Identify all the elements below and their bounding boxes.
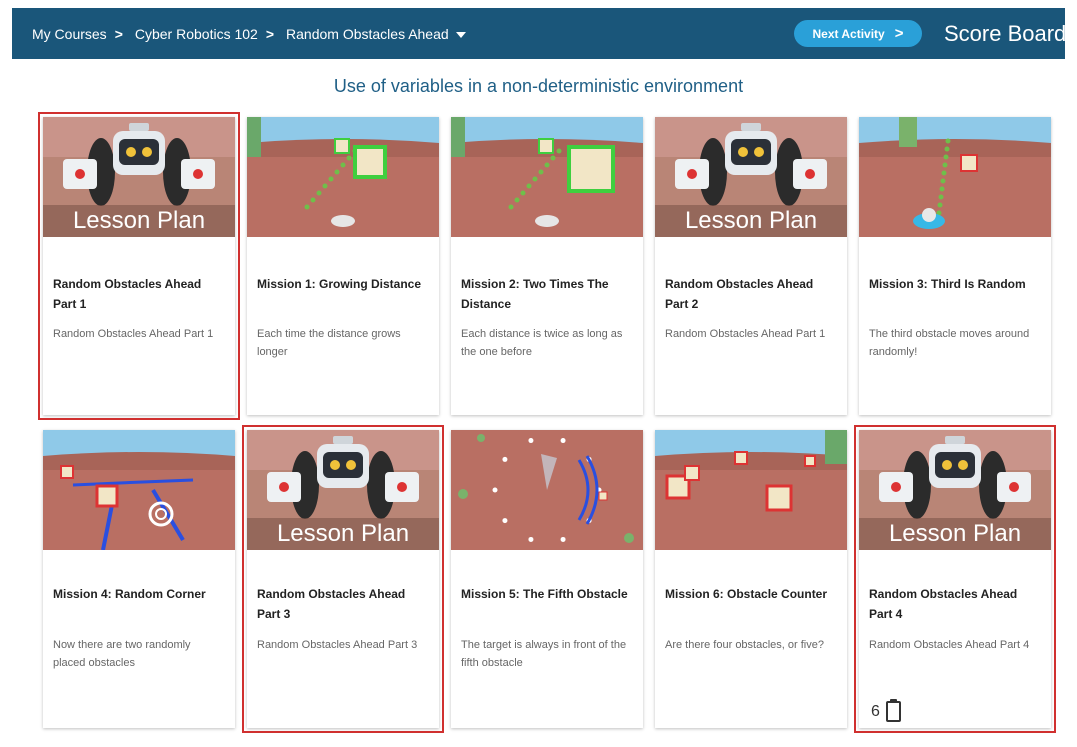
lesson-plan-label: Lesson Plan [888,520,1022,547]
count-value: 6 [871,702,880,720]
mission-thumbnail[interactable] [43,430,235,550]
chevron-right-icon: > [114,25,123,42]
mission-thumbnail[interactable] [859,117,1051,237]
submission-count[interactable]: 6 [871,699,901,722]
activity-card[interactable]: Mission 3: Third Is Random The third obst… [859,117,1051,415]
activity-card[interactable]: Mission 4: Random Corner Now there are tw… [43,430,235,728]
activity-card[interactable]: Lesson Plan Random Obstacles Ahead Part 3… [242,425,444,733]
card-description: Random Obstacles Ahead Part 1 [53,328,214,340]
chevron-right-icon[interactable]: > [895,25,904,42]
caret-down-icon[interactable] [455,31,466,38]
card-title: Random Obstacles Ahead Part 2 [665,277,814,311]
card-description: Random Obstacles Ahead Part 4 [869,639,1030,651]
card-title: Mission 4: Random Corner [53,587,206,601]
breadcrumb-course[interactable]: Cyber Robotics 102 > [135,26,286,42]
card-description: Random Obstacles Ahead Part 3 [257,639,418,651]
card-title: Mission 1: Growing Distance [257,277,422,291]
breadcrumb-label[interactable]: My Courses [32,26,107,42]
card-description: The third obstacle moves around randomly… [869,328,1030,358]
breadcrumb-activity-dropdown[interactable]: Random Obstacles Ahead [286,26,466,42]
card-description: Now there are two randomly placed obstac… [53,639,191,669]
lesson-plan-label: Lesson Plan [276,520,410,547]
card-title: Mission 5: The Fifth Obstacle [461,587,628,601]
next-activity-label[interactable]: Next Activity [812,27,884,41]
mission-thumbnail[interactable] [451,117,643,237]
chevron-right-icon: > [265,25,275,42]
breadcrumb-label[interactable]: Random Obstacles Ahead [286,26,449,42]
mission-thumbnail[interactable] [655,430,847,550]
card-title: Mission 2: Two Times The Distance [461,277,609,311]
card-title: Mission 3: Third Is Random [869,277,1026,291]
top-bar: My Courses > Cyber Robotics 102 > Random… [12,8,1065,59]
card-description: The target is always in front of the fif… [461,639,627,669]
activity-card[interactable]: Mission 5: The Fifth Obstacle The target … [451,430,643,728]
activity-card[interactable]: Lesson Plan Random Obstacles Ahead Part 4… [854,425,1056,733]
breadcrumb-label[interactable]: Cyber Robotics 102 [135,26,258,42]
lesson-plan-thumbnail[interactable]: Lesson Plan [43,117,235,237]
mission-thumbnail[interactable] [451,430,643,550]
page-subtitle: Use of variables in a non-deterministic … [333,76,744,96]
score-board-link[interactable]: Score Board [944,8,1065,59]
next-activity-button[interactable]: Next Activity > [794,20,922,47]
breadcrumb-my-courses[interactable]: My Courses > [32,26,135,42]
lesson-plan-thumbnail[interactable]: Lesson Plan [247,430,439,550]
lesson-plan-label: Lesson Plan [72,207,206,234]
lesson-plan-thumbnail[interactable]: Lesson Plan [655,117,847,237]
clipboard-icon[interactable] [885,699,901,722]
activity-card[interactable]: Mission 1: Growing Distance Each time the… [247,117,439,415]
card-title: Mission 6: Obstacle Counter [665,587,828,601]
card-description: Are there four obstacles, or five? [665,639,824,651]
lesson-plan-thumbnail[interactable]: Lesson Plan [859,430,1051,550]
lesson-plan-label: Lesson Plan [684,207,818,234]
card-title: Random Obstacles Ahead Part 3 [257,587,406,621]
activity-card[interactable]: Mission 6: Obstacle Counter Are there fou… [655,430,847,728]
activity-card[interactable]: Lesson Plan Random Obstacles Ahead Part 1… [38,112,240,420]
activity-card[interactable]: Mission 2: Two Times The Distance Each di… [451,117,643,415]
card-description: Each distance is twice as long as the on… [461,328,623,358]
card-title: Random Obstacles Ahead Part 1 [53,277,202,311]
card-description: Each time the distance grows longer [257,328,401,358]
card-description: Random Obstacles Ahead Part 1 [665,328,826,340]
mission-thumbnail[interactable] [247,117,439,237]
card-title: Random Obstacles Ahead Part 4 [869,587,1018,621]
activity-card[interactable]: Lesson Plan Random Obstacles Ahead Part 2… [655,117,847,415]
breadcrumb: My Courses > Cyber Robotics 102 > Random… [32,8,466,59]
